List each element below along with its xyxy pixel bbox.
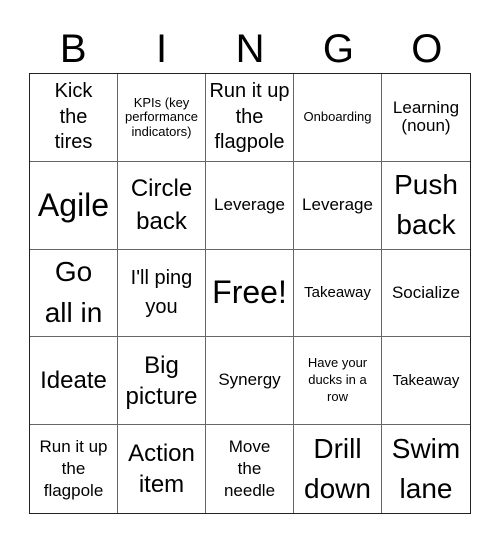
bingo-cell[interactable]: Push back — [382, 162, 470, 250]
bingo-cell[interactable]: Big picture — [118, 337, 206, 426]
bingo-cell[interactable]: Run it up the flagpole — [30, 425, 118, 513]
bingo-cell[interactable]: KPIs (key performance indicators) — [118, 74, 206, 162]
bingo-cell[interactable]: Takeaway — [382, 337, 470, 426]
bingo-cell[interactable]: Have your ducks in a row — [294, 337, 382, 426]
bingo-cell[interactable]: Kick the tires — [30, 74, 118, 162]
header-letter-o: O — [411, 27, 443, 71]
bingo-cell[interactable]: Drill down — [294, 425, 382, 513]
bingo-cell[interactable]: Leverage — [206, 161, 294, 250]
bingo-cell[interactable]: Onboarding — [294, 74, 382, 162]
bingo-cell[interactable]: Action item — [118, 425, 206, 513]
header-letter-b: B — [59, 27, 87, 71]
bingo-cell[interactable]: Go all in — [30, 249, 118, 338]
bingo-cell[interactable]: Run it up the flagpole — [206, 74, 294, 162]
bingo-cell[interactable]: I'll ping you — [118, 249, 206, 338]
bingo-cell[interactable]: Takeaway — [294, 249, 382, 338]
bingo-cell[interactable]: Swim lane — [382, 425, 470, 513]
bingo-cell[interactable]: Leverage — [294, 161, 382, 250]
header-letter-n: N — [235, 27, 265, 71]
bingo-cell[interactable]: Agile — [30, 161, 118, 250]
bingo-grid: Kick the tires KPIs (key performance ind… — [29, 73, 471, 514]
bingo-cell[interactable]: Socialize — [382, 250, 470, 338]
bingo-cell[interactable]: Circle back — [118, 161, 206, 250]
bingo-cell[interactable]: Move the needle — [206, 425, 294, 513]
bingo-cell[interactable]: Learning (noun) — [382, 74, 470, 162]
free-space-cell[interactable]: Free! — [206, 249, 294, 338]
header-letter-i: I — [156, 27, 168, 71]
bingo-header: B I N G O — [29, 26, 471, 72]
bingo-cell[interactable]: Ideate — [30, 337, 118, 426]
header-letter-g: G — [322, 27, 354, 71]
bingo-cell[interactable]: Synergy — [206, 337, 294, 426]
